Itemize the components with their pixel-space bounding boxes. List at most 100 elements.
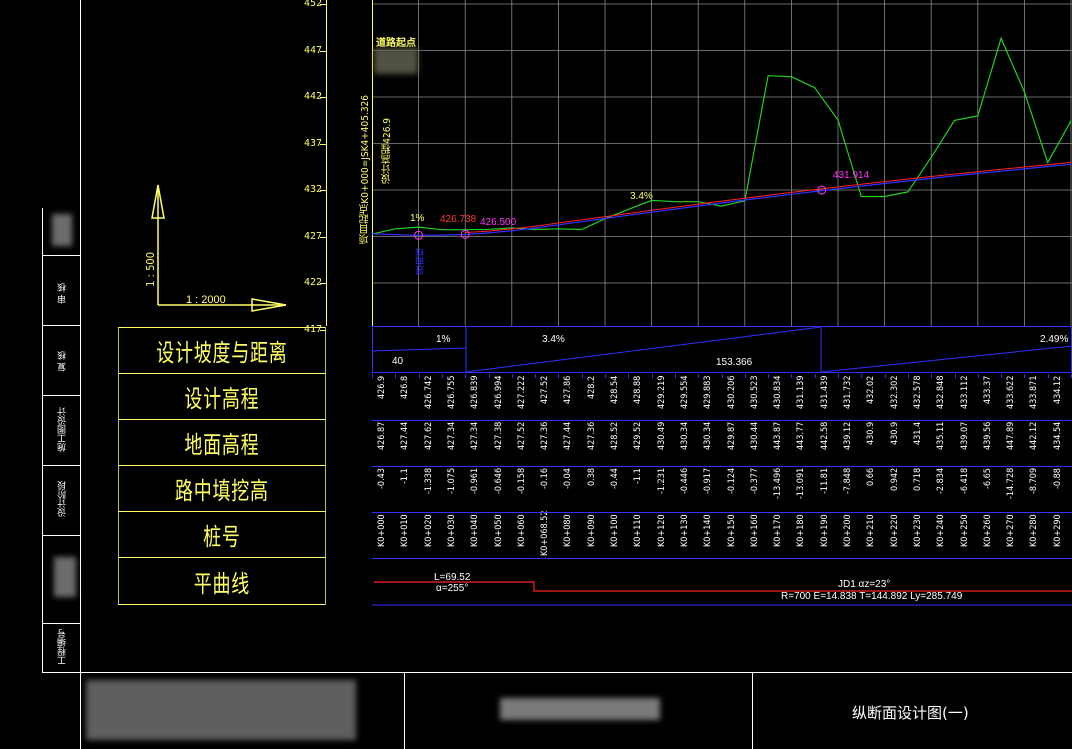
design-elevation-note: 设计高程426.9 <box>382 118 393 184</box>
table-cell-design: 427.52 <box>540 376 551 405</box>
table-cell-design: 426.8 <box>400 376 411 400</box>
table-col-tick <box>418 374 420 378</box>
table-cell-station: K0+270 <box>1006 514 1017 547</box>
curve-angle-label: α=255° <box>436 583 469 594</box>
table-col-tick <box>861 374 863 378</box>
table-cell-cutfill: -0.04 <box>563 468 574 489</box>
table-cell-ground: 443.87 <box>773 422 784 451</box>
table-cell-station: K0+160 <box>749 514 760 547</box>
table-cell-cutfill: 0.38 <box>586 468 597 487</box>
table-cell-station: K0+010 <box>400 514 411 547</box>
table-col-tick <box>535 374 537 378</box>
table-cell-design: 432.578 <box>912 376 923 410</box>
table-cell-cutfill: -6.418 <box>959 468 970 495</box>
y-tick-mark <box>320 4 326 5</box>
table-col-tick <box>814 374 816 378</box>
table-divider-1 <box>372 420 1072 421</box>
curve-length-label: L=69.52 <box>434 572 471 583</box>
table-cell-cutfill: -7.848 <box>843 468 853 495</box>
table-cell-cutfill: -1.1 <box>400 468 411 484</box>
table-col-tick <box>605 374 606 378</box>
table-cell-ground: 430.49 <box>656 422 667 451</box>
table-cell-cutfill: -0.44 <box>610 468 620 489</box>
grade-2-label: 3.4% <box>630 191 653 202</box>
table-cell-ground: 430.9 <box>889 422 900 446</box>
table-cell-ground: 427.36 <box>586 422 597 451</box>
table-cell-design: 432.02 <box>866 376 877 405</box>
table-cell-ground: 430.34 <box>703 422 714 451</box>
table-cell-station: K0+240 <box>936 514 947 547</box>
table-cell-ground: 427.62 <box>423 422 434 451</box>
title-block: 纵断面设计图(一) <box>80 672 1072 749</box>
table-cell-cutfill: -0.124 <box>726 468 737 495</box>
row-label-station: 桩号 <box>118 511 326 558</box>
table-cell-station: K0+068.52 <box>540 510 551 556</box>
row-label-design-elevation: 设计高程 <box>118 373 326 420</box>
table-cell-ground: 428.52 <box>610 422 620 451</box>
road-start-label: 道路起点 <box>376 38 416 49</box>
table-cell-ground: 430.44 <box>749 422 760 451</box>
company-logo <box>86 680 356 740</box>
table-cell-station: K0+110 <box>633 514 644 547</box>
table-cell-design: 429.554 <box>679 376 690 410</box>
table-cell-ground: 430.34 <box>679 422 690 451</box>
horizontal-scale-label: 1 : 2000 <box>186 294 226 306</box>
table-cell-cutfill: -0.88 <box>1052 468 1063 489</box>
table-cell-ground: 427.34 <box>446 422 457 451</box>
table-cell-cutfill: -0.961 <box>470 468 481 495</box>
table-cell-ground: 442.58 <box>819 422 830 451</box>
table-cell-ground: 447.89 <box>1006 422 1017 451</box>
table-cell-ground: 427.34 <box>470 422 481 451</box>
profile-plot <box>372 0 1072 326</box>
alignment-curve <box>372 581 1072 606</box>
table-cell-station: K0+280 <box>1029 514 1040 547</box>
table-cell-cutfill: -1.231 <box>656 468 667 495</box>
y-tick-mark <box>320 236 326 238</box>
y-axis-line <box>326 0 327 326</box>
table-cell-ground: 430.9 <box>866 422 877 446</box>
sidebar: 审 核 复 核 施工图设计 设计阶段 工程编号 <box>42 208 80 672</box>
jd-label: JD1 αz=23° <box>838 579 891 590</box>
table-col-tick <box>1001 374 1003 378</box>
frame-inner-left <box>80 0 81 749</box>
table-cell-station: K0+030 <box>446 514 457 547</box>
table-cell-ground: 439.56 <box>982 422 993 451</box>
table-col-tick <box>954 374 956 378</box>
row-label-alignment: 平曲线 <box>118 557 326 605</box>
table-col-tick <box>488 374 490 378</box>
table-cell-cutfill: -0.646 <box>493 468 504 495</box>
table-cell-cutfill: -1.338 <box>423 468 434 495</box>
table-cell-design: 433.622 <box>1006 376 1017 410</box>
table-cell-cutfill: -8.709 <box>1029 468 1040 495</box>
pvi-3-label: 431.914 <box>833 170 870 181</box>
table-cell-design: 428.54 <box>610 376 620 405</box>
table-cell-station: K0+100 <box>610 514 620 547</box>
sidebar-item-stage: 施工图设计 <box>58 407 68 452</box>
table-cell-design: 427.222 <box>516 376 527 410</box>
table-cell-design: 427.86 <box>563 376 574 405</box>
table-cell-ground: 429.52 <box>633 422 644 451</box>
table-cell-design: 431.732 <box>843 376 853 410</box>
table-cell-station: K0+040 <box>470 514 481 547</box>
table-cell-cutfill: -0.377 <box>749 468 760 495</box>
table-col-tick <box>721 374 723 378</box>
sidebar-item-stage-label: 设计阶段 <box>58 481 68 517</box>
pvi-2-label: 426.500 <box>480 217 517 228</box>
y-tick-mark <box>320 97 326 98</box>
table-cell-station: K0+020 <box>423 514 434 547</box>
table-cell-cutfill: -0.917 <box>703 468 714 495</box>
table-cell-cutfill: -13.091 <box>796 468 807 500</box>
table-cell-design: 430.206 <box>726 376 737 410</box>
table-cell-design: 428.2 <box>586 376 597 400</box>
table-cell-design: 428.88 <box>633 376 644 405</box>
table-cell-cutfill: 0.718 <box>912 468 923 492</box>
slope-seg2-length: 153.366 <box>716 357 753 368</box>
table-cell-design: 429.219 <box>656 376 667 410</box>
table-cell-station: K0+140 <box>703 514 714 547</box>
table-cell-cutfill: -11.81 <box>819 468 830 495</box>
table-cell-design: 429.883 <box>703 376 714 410</box>
table-cell-ground: 427.52 <box>516 422 527 451</box>
pvi-1-label: 426.738 <box>440 214 477 225</box>
table-col-tick <box>907 374 909 378</box>
table-cell-station: K0+230 <box>912 514 923 547</box>
